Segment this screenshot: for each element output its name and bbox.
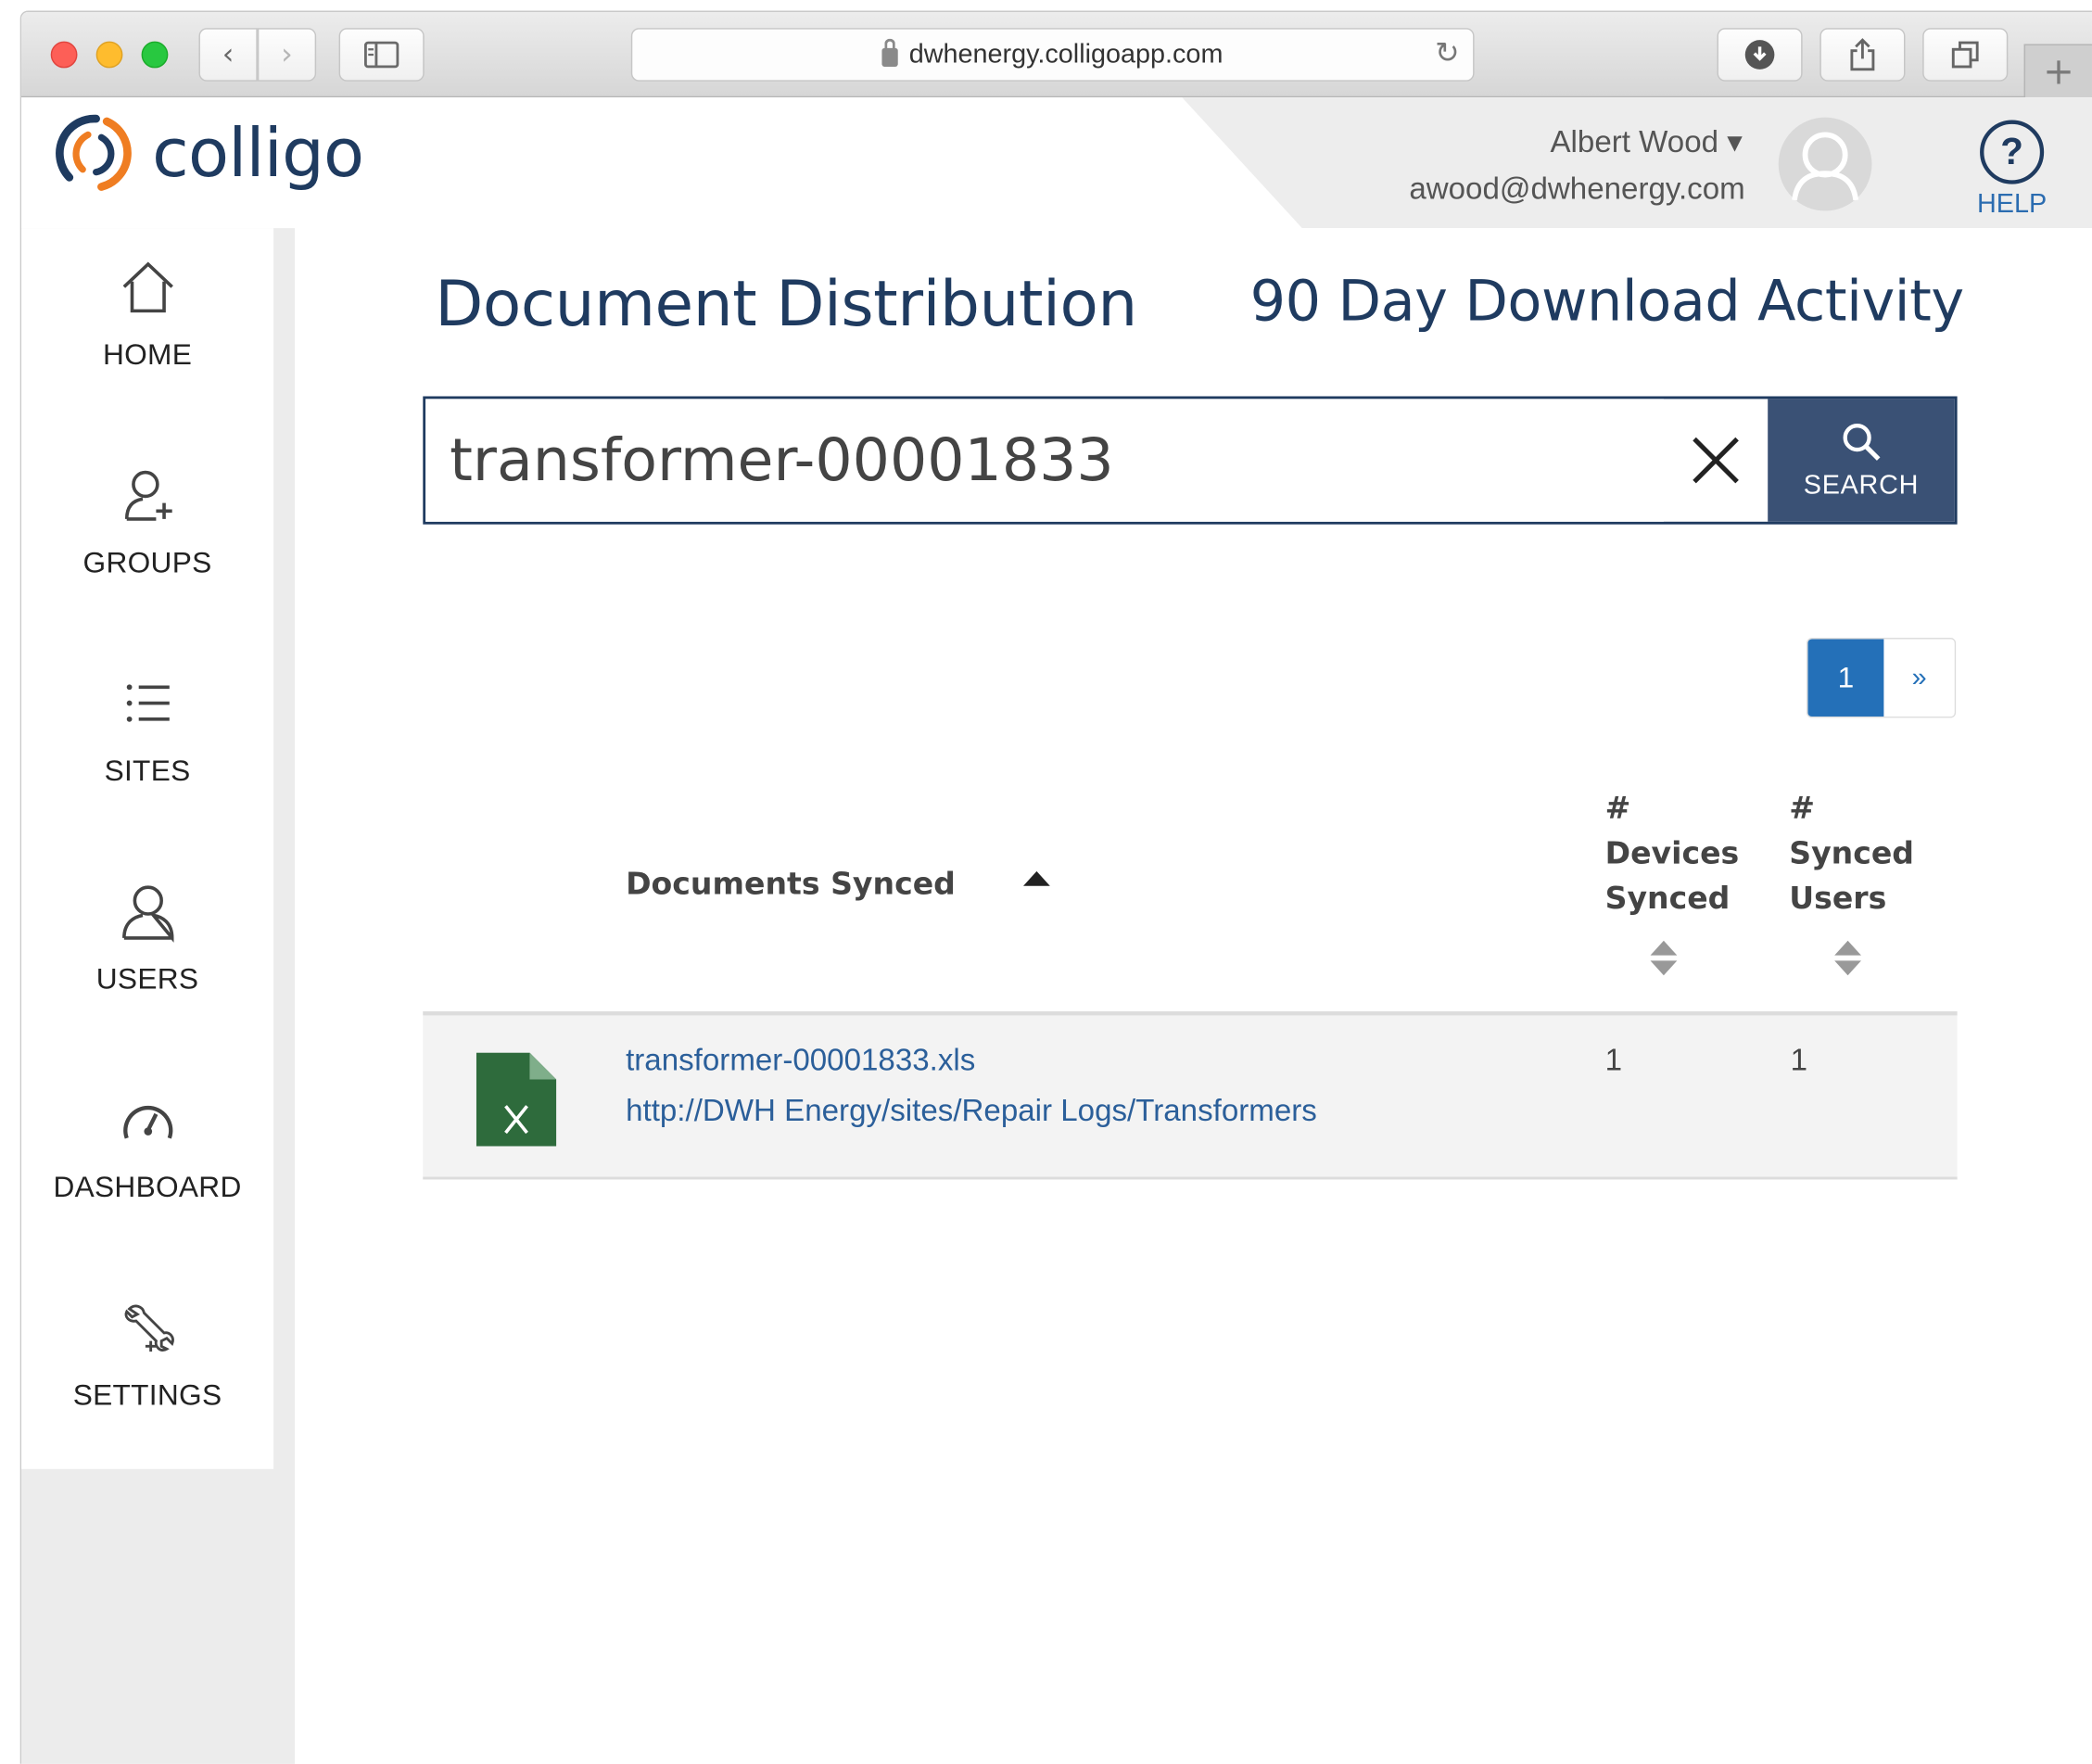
sidebar-item-groups[interactable]: GROUPS (21, 463, 273, 580)
sort-icon[interactable] (1650, 940, 1678, 976)
column-header-documents[interactable]: Documents Synced (626, 862, 956, 907)
next-page-button[interactable]: » (1883, 639, 1955, 717)
sort-ascending-icon[interactable] (1023, 870, 1050, 886)
clear-search-button[interactable] (1664, 399, 1768, 521)
plus-icon: + (2043, 49, 2074, 94)
help-icon: ? (1980, 120, 2045, 184)
sidebar-item-label: GROUPS (82, 545, 212, 579)
sidebar-toggle-button[interactable] (338, 28, 425, 82)
column-header-line: # (1604, 791, 1631, 826)
user-panel (1182, 97, 2092, 229)
search-button-label: SEARCH (1803, 470, 1920, 501)
column-header-line: # (1789, 791, 1815, 826)
tabs-overview-button[interactable] (1922, 28, 2009, 82)
column-header-line: Synced (1604, 882, 1731, 917)
table-row[interactable]: transformer-00001833.xls http://DWH Ener… (423, 1011, 1958, 1180)
sidebar-item-sites[interactable]: SITES (21, 671, 273, 789)
page-1-button[interactable]: 1 (1807, 639, 1884, 717)
column-header-line: Synced (1789, 836, 1915, 871)
list-icon (126, 684, 170, 722)
share-icon (1850, 38, 1875, 71)
colligo-logo-mark (56, 114, 132, 191)
help-button[interactable]: ? HELP (1973, 120, 2050, 221)
sidebar-item-dashboard[interactable]: DASHBOARD (21, 1087, 273, 1205)
zoom-window-button[interactable] (141, 41, 169, 69)
download-activity-link[interactable]: 90 Day Download Activity (1250, 268, 1965, 334)
column-header-label: Documents Synced (626, 867, 956, 903)
colligo-logo[interactable]: colligo (54, 110, 364, 196)
user-email: awood@dwhenergy.com (1409, 171, 1745, 206)
sidebar-icon (363, 41, 399, 69)
forward-button[interactable]: › (257, 28, 317, 82)
add-user-icon (124, 470, 171, 521)
share-button[interactable] (1819, 28, 1906, 82)
help-label: HELP (1977, 189, 2048, 220)
sidebar-item-settings[interactable]: SETTINGS (21, 1296, 273, 1414)
home-icon (121, 261, 173, 313)
excel-file-icon (475, 1052, 557, 1147)
main-content: Document Distribution 90 Day Download Ac… (295, 228, 2092, 1764)
pagination: 1 » (1806, 638, 1957, 718)
user-menu[interactable]: Albert Wood ▾ (1550, 124, 1742, 160)
address-bar[interactable]: dwhenergy.colligoapp.com ↻ (630, 28, 1475, 82)
sidebar-item-label: SITES (104, 754, 191, 788)
search-icon (1843, 423, 1881, 461)
sidebar: HOME GROUPS SITES USERS DASHBOARD SETTIN… (21, 228, 296, 1764)
close-icon (1693, 437, 1739, 484)
sidebar-item-label: HOME (102, 337, 193, 372)
avatar[interactable] (1778, 117, 1872, 211)
download-icon (1744, 40, 1775, 70)
app-content: colligo Albert Wood ▾ awood@dwhenergy.co… (21, 97, 2092, 1764)
page-title: Document Distribution (435, 268, 1137, 342)
devices-synced-count: 1 (1604, 1042, 1623, 1077)
downloads-button[interactable] (1717, 28, 1803, 82)
tabs-icon (1951, 41, 1979, 69)
user-silhouette-icon (1792, 132, 1859, 201)
sidebar-item-users[interactable]: USERS (21, 880, 273, 997)
chevron-right-icon: › (281, 38, 293, 72)
sidebar-item-label: USERS (95, 961, 199, 996)
column-header-line: Users (1789, 882, 1887, 917)
minimize-window-button[interactable] (95, 41, 123, 69)
search-button[interactable]: SEARCH (1768, 399, 1955, 522)
chevron-left-icon: ‹ (222, 38, 235, 72)
synced-users-count: 1 (1790, 1042, 1808, 1077)
brand-name: colligo (152, 114, 364, 193)
user-icon (121, 885, 173, 943)
sidebar-item-home[interactable]: HOME (21, 255, 273, 373)
search-input[interactable] (425, 399, 1664, 522)
sidebar-item-label: SETTINGS (72, 1377, 222, 1412)
tools-icon (123, 1304, 174, 1352)
lock-icon (881, 38, 899, 67)
browser-window: ‹ › dwhenergy.colligoapp.com ↻ + colligo… (19, 10, 2092, 1764)
new-tab-button[interactable]: + (2023, 44, 2092, 98)
sort-icon[interactable] (1834, 940, 1861, 976)
address-text: dwhenergy.colligoapp.com (908, 39, 1224, 70)
close-window-button[interactable] (50, 41, 78, 69)
back-button[interactable]: ‹ (198, 28, 258, 82)
document-path-link[interactable]: http://DWH Energy/sites/Repair Logs/Tran… (626, 1093, 1317, 1129)
sidebar-nav: HOME GROUPS SITES USERS DASHBOARD SETTIN… (21, 228, 274, 1469)
browser-toolbar: ‹ › dwhenergy.colligoapp.com ↻ + (21, 11, 2092, 98)
column-header-devices[interactable]: # Devices Synced (1605, 786, 1740, 922)
column-header-users[interactable]: # Synced Users (1789, 786, 1914, 922)
gauge-icon (122, 1105, 172, 1139)
reload-icon[interactable]: ↻ (1435, 37, 1460, 70)
column-header-line: Devices (1604, 836, 1740, 871)
search-bar: SEARCH (423, 396, 1958, 525)
document-link[interactable]: transformer-00001833.xls (626, 1042, 975, 1078)
sidebar-item-label: DASHBOARD (53, 1170, 242, 1204)
